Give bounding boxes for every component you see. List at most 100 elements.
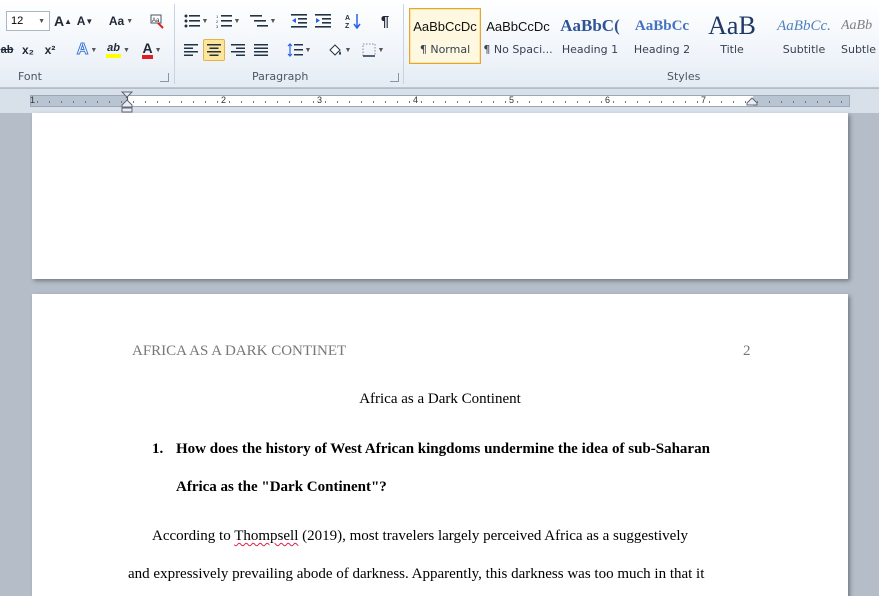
style-subtitle[interactable]: AaBbCc. Subtitle [768, 8, 840, 64]
ruler-bar: 11234567 [30, 95, 850, 107]
sort-icon: AZ [345, 14, 361, 29]
ruler-tick [145, 101, 146, 103]
spelling-error-citation[interactable]: Thompsell [234, 528, 298, 544]
font-dialog-launcher-icon[interactable] [160, 73, 169, 82]
ruler-right-margin [753, 96, 849, 106]
group-separator [174, 4, 175, 84]
align-left-button[interactable] [180, 39, 202, 61]
document-page-2[interactable]: AFRICA AS A DARK CONTINET 2 Africa as a … [32, 294, 848, 596]
bullets-icon [184, 14, 200, 28]
ruler-tick [529, 101, 530, 103]
ruler-tick [841, 101, 842, 103]
ruler-tick [85, 101, 86, 103]
ruler-tick [469, 101, 470, 103]
highlight-color-button[interactable]: ab ▼ [102, 39, 134, 61]
justify-icon [254, 44, 268, 56]
ruler-tick [421, 101, 422, 103]
style-heading-2[interactable]: AaBbCc Heading 2 [626, 8, 698, 64]
style-no-spacing[interactable]: AaBbCcDc ¶ No Spaci... [482, 8, 554, 64]
ruler-tick [373, 101, 374, 103]
ruler-tick [709, 101, 710, 103]
ruler-number: 4 [413, 95, 419, 105]
ruler-tick [577, 101, 578, 103]
ruler-number: 7 [701, 95, 707, 105]
paragraph-line-2: and expressively prevailing abode of dar… [128, 566, 705, 582]
borders-icon [362, 43, 376, 57]
line-spacing-button[interactable]: ▼ [284, 39, 314, 61]
numbering-button[interactable]: 1 2 3 ▼ [214, 10, 242, 32]
ruler-tick [229, 101, 230, 103]
align-center-icon [207, 44, 221, 56]
align-right-button[interactable] [227, 39, 249, 61]
ruler-tick [553, 101, 554, 103]
svg-text:Z: Z [345, 23, 350, 29]
font-size-combobox[interactable]: 12 ▼ [6, 11, 50, 31]
ruler-tick [517, 101, 518, 103]
ruler-tick [817, 101, 818, 103]
change-case-button[interactable]: Aa ▼ [106, 10, 136, 32]
style-subtle-emphasis[interactable]: AaBb Subtle [840, 8, 879, 64]
sort-button[interactable]: AZ [342, 10, 364, 32]
question-line-2: Africa as the "Dark Continent"? [176, 479, 387, 495]
ruler-tick [661, 101, 662, 103]
ruler-tick [637, 101, 638, 103]
ruler-tick [361, 101, 362, 103]
ruler-tick [241, 101, 242, 103]
align-center-button[interactable] [203, 39, 225, 61]
ruler-tick [61, 101, 62, 103]
show-formatting-marks-button[interactable]: ¶ [374, 10, 396, 32]
style-normal[interactable]: AaBbCcDc ¶ Normal [409, 8, 481, 64]
ruler-number: 1 [30, 95, 36, 105]
ruler-tick [217, 101, 218, 103]
ruler-tick [37, 101, 38, 103]
shading-button[interactable]: ▼ [324, 39, 354, 61]
right-indent-marker-icon[interactable] [746, 97, 758, 111]
question-number: 1. [152, 441, 164, 457]
font-color-button[interactable]: A ▼ [138, 39, 166, 61]
bullets-button[interactable]: ▼ [182, 10, 210, 32]
paragraph-dialog-launcher-icon[interactable] [390, 73, 399, 82]
style-heading-1[interactable]: AaBbC( Heading 1 [554, 8, 626, 64]
ruler-tick [445, 101, 446, 103]
strikethrough-button[interactable]: ab [0, 39, 14, 61]
shrink-font-button[interactable]: A ▼ [76, 10, 94, 32]
ruler-tick [433, 101, 434, 103]
decrease-indent-button[interactable] [288, 10, 310, 32]
style-title[interactable]: AaB Title [696, 8, 768, 64]
ruler-tick [613, 101, 614, 103]
ruler-number: 2 [221, 95, 227, 105]
ruler-tick [685, 101, 686, 103]
svg-text:3: 3 [216, 24, 219, 28]
numbering-icon: 123 [216, 14, 232, 28]
ruler-tick [409, 101, 410, 103]
ruler-number: 3 [317, 95, 323, 105]
text-effects-button[interactable]: A ▼ [72, 39, 102, 61]
ruler-tick [481, 101, 482, 103]
superscript-button[interactable]: x² [40, 39, 60, 61]
ruler-tick [265, 101, 266, 103]
ruler-tick [601, 101, 602, 103]
horizontal-ruler[interactable]: 11234567 [0, 89, 879, 113]
ruler-tick [457, 101, 458, 103]
increase-indent-button[interactable] [312, 10, 334, 32]
ruler-tick [181, 101, 182, 103]
svg-text:A: A [345, 15, 350, 22]
ruler-tick [805, 101, 806, 103]
justify-button[interactable] [250, 39, 272, 61]
borders-button[interactable]: ▼ [358, 39, 388, 61]
ruler-tick [193, 101, 194, 103]
ruler-tick [253, 101, 254, 103]
ruler-tick [169, 101, 170, 103]
group-separator [403, 4, 404, 84]
clear-formatting-icon[interactable]: Aa [146, 10, 168, 32]
paragraph-line-1: According to Thompsell (2019), most trav… [152, 528, 688, 544]
indent-marker-icon[interactable] [121, 91, 133, 113]
page-number: 2 [743, 343, 751, 359]
ruler-number: 6 [605, 95, 611, 105]
grow-font-button[interactable]: A ▲ [54, 10, 72, 32]
document-page-1[interactable] [32, 113, 848, 279]
styles-group-label: Styles [667, 70, 701, 83]
subscript-button[interactable]: x₂ [18, 39, 38, 61]
multilevel-list-button[interactable]: ▼ [248, 10, 278, 32]
chevron-down-icon[interactable]: ▼ [38, 18, 45, 25]
